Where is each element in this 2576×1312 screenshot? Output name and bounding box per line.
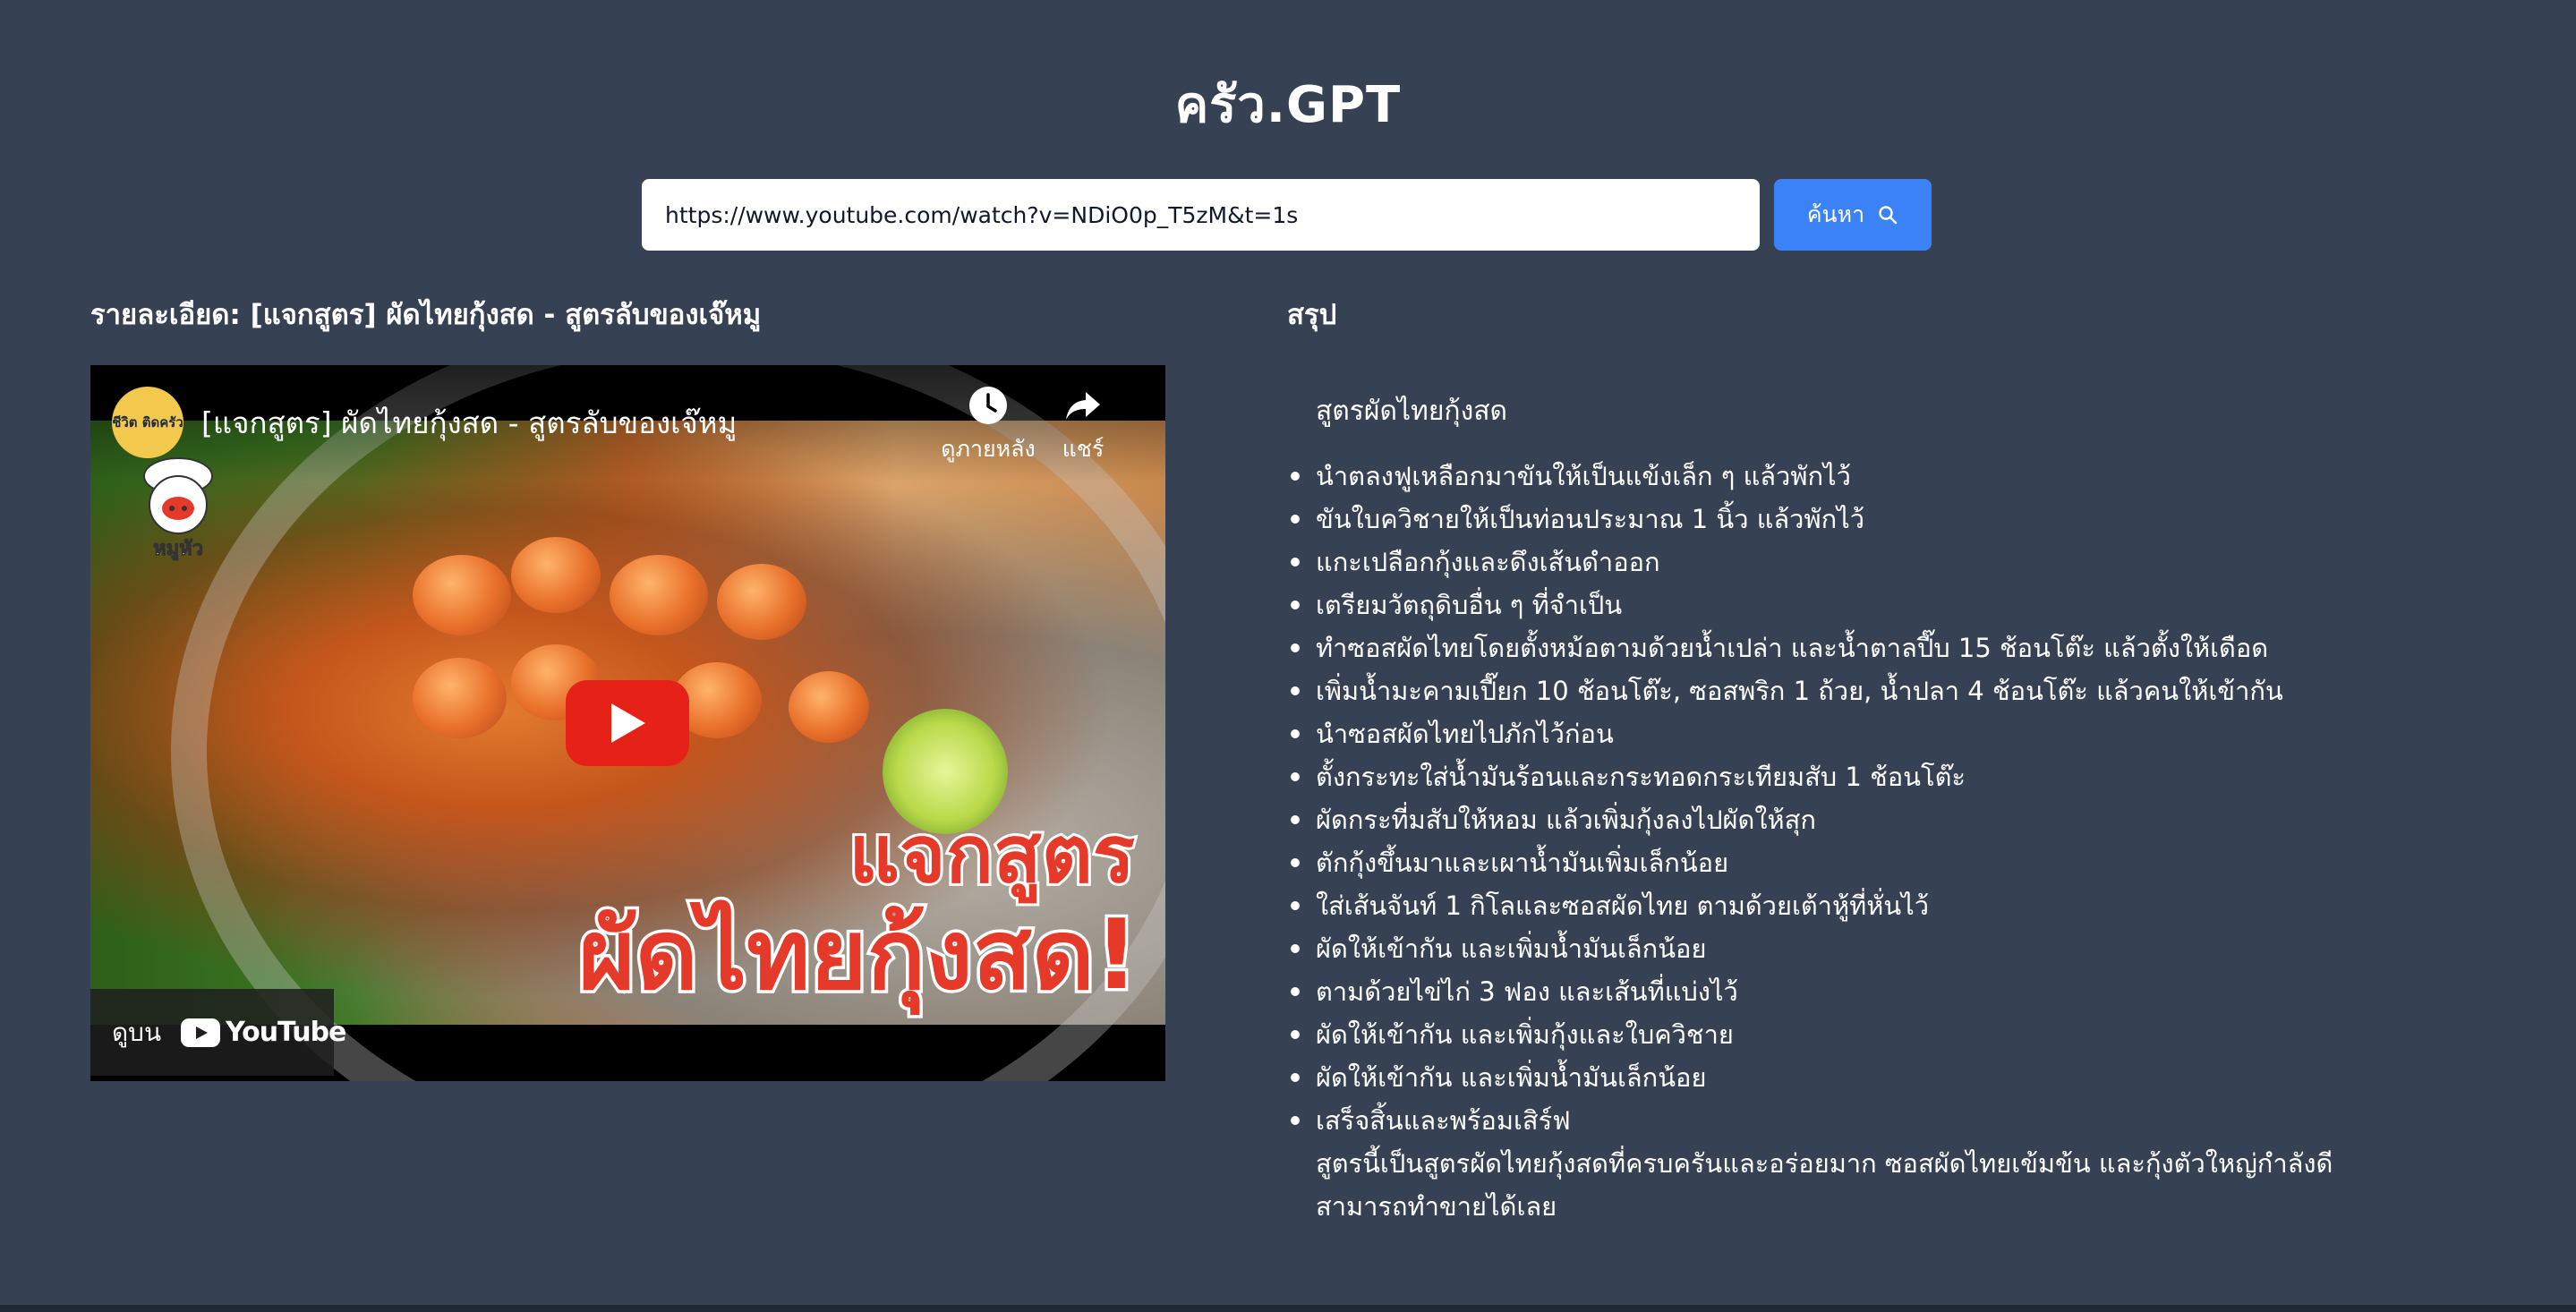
search-icon: [1877, 204, 1898, 226]
list-item: แกะเปลือกกุ้งและดึงเส้นดำออก: [1287, 541, 2397, 584]
video-embed[interactable]: แจกสูตร ผัดไทยกุ้งสด! ชีวิต ติดครัว [แจก…: [90, 365, 1165, 1081]
recipe-steps-list: นำตลงฟูเหลือกมาขันให้เป็นแข้งเล็ก ๆ แล้ว…: [1287, 455, 2397, 1142]
list-item: นำซอสผัดไทยไปภักไว้ก่อน: [1287, 712, 2397, 755]
thumbnail-caption-2: ผัดไทยกุ้งสด!: [576, 899, 1142, 1012]
shrimp-shape: [413, 555, 511, 635]
list-item: เพิ่มน้ำมะคามเปี๊ยก 10 ช้อนโต๊ะ, ซอสพริก…: [1287, 669, 2397, 712]
list-item: ทำซอสผัดไทยโดยตั้งหม้อตามด้วยน้ำเปล่า แล…: [1287, 626, 2397, 669]
watch-on-label: ดูบน: [112, 1017, 162, 1047]
youtube-logo: YouTube: [181, 1017, 346, 1048]
url-input[interactable]: [642, 179, 1760, 251]
shrimp-shape: [789, 671, 869, 743]
mascot-text: หมูหัว: [153, 538, 203, 561]
window-bottom-edge: [0, 1305, 2576, 1312]
youtube-play-icon: [181, 1018, 221, 1047]
list-item: ตักกุ้งขึ้นมาและเผาน้ำมันเพิ่มเล็กน้อย: [1287, 841, 2397, 884]
list-item: ใส่เส้นจันท์ 1 กิโลและซอสผัดไทย ตามด้วยเ…: [1287, 884, 2397, 927]
summary-content: สูตรผัดไทยกุ้งสด นำตลงฟูเหลือกมาขันให้เป…: [1287, 390, 2397, 1228]
clock-icon: [969, 387, 1007, 424]
summary-heading: สรุป: [1287, 299, 1337, 331]
watch-later-label: ดูภายหลัง: [941, 436, 1036, 462]
list-item: นำตลงฟูเหลือกมาขันให้เป็นแข้งเล็ก ๆ แล้ว…: [1287, 455, 2397, 498]
mascot-logo: หมูหัว: [143, 457, 213, 562]
shrimp-shape: [717, 564, 806, 640]
list-item: เสร็จสิ้นและพร้อมเสิร์ฟ: [1287, 1099, 2397, 1142]
thumbnail-caption-1: แจกสูตร: [846, 807, 1138, 902]
play-button[interactable]: [566, 680, 689, 766]
list-item: ผัดให้เข้ากัน และเพิ่มน้ำมันเล็กน้อย: [1287, 1056, 2397, 1099]
summary-conclusion: สูตรนี้เป็นสูตรผัดไทยกุ้งสดที่ครบครันและ…: [1316, 1148, 2333, 1222]
shrimp-shape: [511, 537, 601, 613]
video-title[interactable]: [แจกสูตร] ผัดไทยกุ้งสด - สูตรลับของเจ๊หม…: [201, 403, 737, 444]
list-item: ขันใบควิชายให้เป็นท่อนประมาณ 1 นิ้ว แล้ว…: [1287, 498, 2397, 541]
shrimp-shape: [610, 555, 708, 635]
list-item: ผัดให้เข้ากัน และเพิ่มน้ำมันเล็กน้อย: [1287, 927, 2397, 970]
list-item: ตามด้วยไข่ไก่ 3 ฟอง และเส้นที่แบ่งไว้: [1287, 970, 2397, 1013]
recipe-title: สูตรผัดไทยกุ้งสด: [1316, 396, 1508, 427]
app-root: ครัว.GPT ค้นหา รายละเอียด: [แจกสูตร] ผัด…: [0, 0, 2576, 1312]
page-title: ครัว.GPT: [1174, 76, 1402, 134]
share-button[interactable]: แชร์: [1029, 385, 1137, 467]
youtube-wordmark: YouTube: [226, 1017, 346, 1048]
list-item: เตรียมวัตถุดิบอื่น ๆ ที่จำเป็น: [1287, 584, 2397, 626]
list-item: ผัดให้เข้ากัน และเพิ่มกุ้งและใบควิชาย: [1287, 1013, 2397, 1056]
list-item: ตั้งกระทะใส่น้ำมันร้อนและกระทอดกระเทียมส…: [1287, 755, 2397, 798]
play-icon: [611, 703, 645, 743]
shrimp-shape: [413, 658, 507, 738]
watch-on-youtube-link[interactable]: ดูบน YouTube: [90, 989, 346, 1076]
watch-later-button[interactable]: ดูภายหลัง: [934, 385, 1042, 467]
video-details-heading: รายละเอียด: [แจกสูตร] ผัดไทยกุ้งสด - สูต…: [90, 299, 762, 331]
share-icon: [1066, 392, 1100, 420]
list-item: ผัดกระที่มสับให้หอม แล้วเพิ่มกุ้งลงไปผัด…: [1287, 798, 2397, 841]
search-button-label: ค้นหา: [1806, 201, 1865, 227]
search-button[interactable]: ค้นหา: [1774, 179, 1932, 251]
share-label: แชร์: [1062, 436, 1105, 462]
